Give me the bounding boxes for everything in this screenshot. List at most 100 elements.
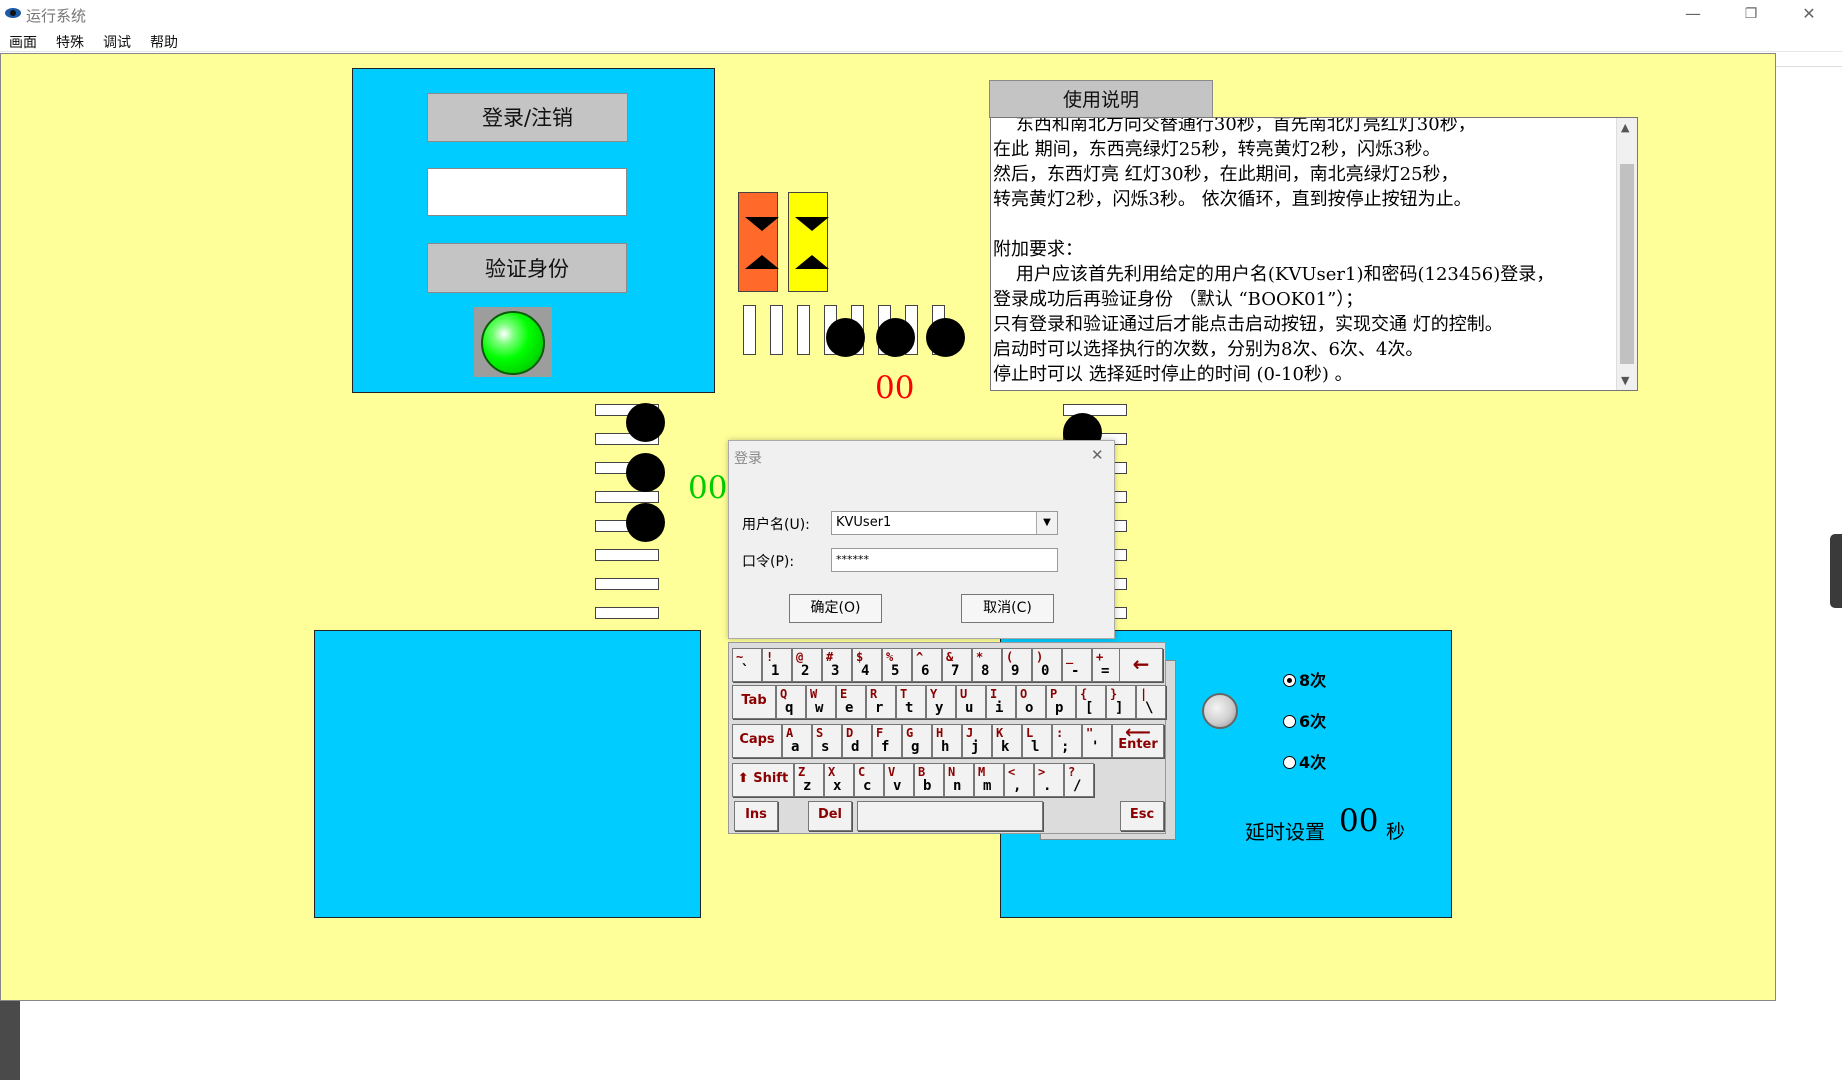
key-0-8[interactable]: * 8 (972, 648, 1002, 682)
key-2-2[interactable]: Dd (842, 724, 872, 758)
auth-code-input[interactable] (427, 168, 627, 216)
password-input[interactable]: ****** (831, 548, 1058, 572)
caps-lock-key[interactable]: Caps (732, 724, 782, 758)
tab-key[interactable]: Tab (732, 685, 776, 719)
key-1-5[interactable]: Yy (926, 685, 956, 719)
delay-label: 延时设置 (1245, 820, 1325, 844)
usage-instructions-button[interactable]: 使用说明 (989, 80, 1213, 118)
crosswalk-bar (797, 305, 810, 355)
key-3-1[interactable]: Xx (824, 763, 854, 797)
radio-6-times[interactable]: 6次 (1283, 708, 1326, 732)
key-0-10[interactable]: ) 0 (1032, 648, 1062, 682)
username-select[interactable]: KVUser1 ▼ (831, 511, 1058, 535)
space-key[interactable] (857, 801, 1043, 831)
menu-item-debug[interactable]: 调试 (103, 32, 131, 52)
radio-8-times[interactable]: 8次 (1283, 667, 1326, 691)
key-base-char: x (833, 778, 842, 794)
dropdown-arrow-icon[interactable]: ▼ (1036, 512, 1057, 534)
restore-button[interactable]: ❐ (1728, 0, 1774, 28)
key-base-char: g (911, 739, 920, 755)
key-1-10[interactable]: {[ (1076, 685, 1106, 719)
key-shift-char: U (960, 687, 968, 701)
key-3-9[interactable]: ? / (1064, 763, 1094, 797)
key-shift-char: @ (796, 650, 804, 664)
key-shift-char: R (870, 687, 878, 701)
start-knob-icon[interactable] (1202, 693, 1238, 729)
key-1-9[interactable]: Pp (1046, 685, 1076, 719)
key-base-char: / (1073, 778, 1082, 794)
minimize-button[interactable]: — (1670, 0, 1716, 28)
key-3-0[interactable]: Zz (794, 763, 824, 797)
key-0-12[interactable]: + = (1092, 648, 1122, 682)
key-3-4[interactable]: Bb (914, 763, 944, 797)
key-1-4[interactable]: Tt (896, 685, 926, 719)
key-3-6[interactable]: Mm (974, 763, 1004, 797)
scroll-down-arrow-icon[interactable]: ▼ (1621, 374, 1629, 387)
key-shift-char: K (996, 726, 1004, 740)
menu-item-screen[interactable]: 画面 (9, 32, 37, 52)
key-3-3[interactable]: Vv (884, 763, 914, 797)
key-3-5[interactable]: Nn (944, 763, 974, 797)
cancel-button[interactable]: 取消(C) (961, 594, 1054, 623)
key-2-3[interactable]: Ff (872, 724, 902, 758)
key-shift-char: L (1026, 726, 1034, 740)
key-0-3[interactable]: #3 (822, 648, 852, 682)
key-1-2[interactable]: Ee (836, 685, 866, 719)
key-shift-char: D (846, 726, 854, 740)
key-shift-char: X (828, 765, 836, 779)
key-1-3[interactable]: Rr (866, 685, 896, 719)
key-2-8[interactable]: Ll (1022, 724, 1052, 758)
key-0-4[interactable]: $4 (852, 648, 882, 682)
shift-key[interactable]: ⬆ Shift (732, 763, 794, 797)
key-0-9[interactable]: (9 (1002, 648, 1032, 682)
backspace-key[interactable]: ← (1119, 648, 1163, 682)
key-0-5[interactable]: % 5 (882, 648, 912, 682)
key-shift-char: Q (780, 687, 788, 701)
scroll-up-arrow-icon[interactable]: ▲ (1621, 121, 1629, 134)
delete-key[interactable]: Del (808, 801, 852, 831)
verify-identity-button[interactable]: 验证身份 (427, 243, 627, 293)
scrollbar-thumb[interactable] (1620, 164, 1634, 364)
key-3-7[interactable]: <, (1004, 763, 1034, 797)
delay-value[interactable]: 00 (1339, 803, 1378, 839)
key-2-5[interactable]: Hh (932, 724, 962, 758)
escape-key[interactable]: Esc (1120, 801, 1164, 831)
key-2-6[interactable]: Jj (962, 724, 992, 758)
key-2-9[interactable]: :; (1052, 724, 1082, 758)
key-1-1[interactable]: Ww (806, 685, 836, 719)
instructions-textbox[interactable]: 东西和南北方向交替通行30秒，首先南北灯亮红灯30秒， 在此 期间，东西亮绿灯2… (990, 117, 1638, 391)
key-2-10[interactable]: " ' (1082, 724, 1112, 758)
menu-item-special[interactable]: 特殊 (56, 32, 84, 52)
key-2-7[interactable]: Kk (992, 724, 1022, 758)
dialog-close-icon[interactable]: ✕ (1091, 446, 1104, 464)
key-shift-char: G (906, 726, 914, 740)
key-shift-char: I (990, 687, 998, 701)
key-base-char: c (863, 778, 872, 794)
side-panel-handle[interactable] (1830, 534, 1842, 608)
key-0-7[interactable]: & 7 (942, 648, 972, 682)
key-0-11[interactable]: _ - (1062, 648, 1092, 682)
insert-key[interactable]: Ins (734, 801, 778, 831)
key-2-4[interactable]: Gg (902, 724, 932, 758)
key-3-8[interactable]: >. (1034, 763, 1064, 797)
key-0-2[interactable]: @2 (792, 648, 822, 682)
key-base-char: p (1055, 700, 1064, 716)
ok-button[interactable]: 确定(O) (789, 594, 882, 623)
key-2-1[interactable]: Ss (812, 724, 842, 758)
username-value: KVUser1 (836, 515, 892, 530)
login-logout-button[interactable]: 登录/注销 (427, 93, 628, 142)
instructions-scrollbar[interactable]: ▲ ▼ (1616, 118, 1637, 390)
key-3-2[interactable]: Cc (854, 763, 884, 797)
enter-key[interactable]: ⟵ Enter (1112, 722, 1164, 758)
key-0-6[interactable]: ^ 6 (912, 648, 942, 682)
key-0-1[interactable]: ! 1 (762, 648, 792, 682)
key-2-0[interactable]: Aa (782, 724, 812, 758)
menu-item-help[interactable]: 帮助 (150, 32, 178, 52)
key-1-0[interactable]: Qq (776, 685, 806, 719)
close-button[interactable]: ✕ (1786, 0, 1832, 28)
radio-4-times[interactable]: 4次 (1283, 749, 1326, 773)
key-1-8[interactable]: Oo (1016, 685, 1046, 719)
key-0-0[interactable]: ~ ` (732, 648, 762, 682)
key-1-6[interactable]: Uu (956, 685, 986, 719)
key-1-7[interactable]: Ii (986, 685, 1016, 719)
